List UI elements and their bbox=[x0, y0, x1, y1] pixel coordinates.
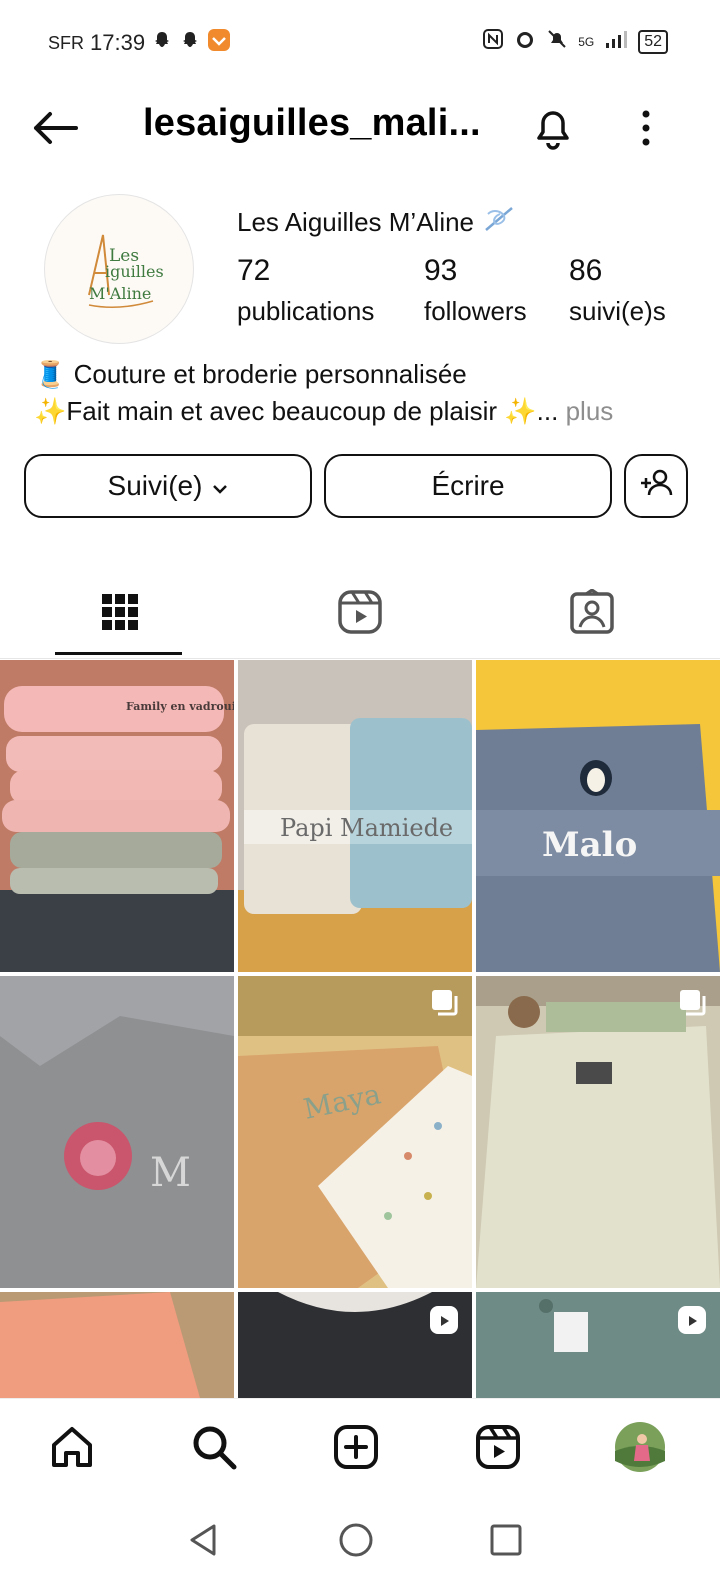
status-bar: SFR 17:39 5G 52 bbox=[0, 0, 720, 84]
network-label: 5G bbox=[578, 34, 595, 49]
tab-tagged[interactable] bbox=[472, 570, 712, 658]
avatar-text-maline: M'Aline bbox=[89, 284, 151, 303]
stat-following[interactable]: 86 suivi(e)s bbox=[569, 254, 666, 327]
display-name: Les Aiguilles M’Aline bbox=[237, 204, 516, 241]
home-icon bbox=[48, 1423, 96, 1476]
following-button[interactable]: Suivi(e) bbox=[24, 454, 312, 518]
profile-avatar bbox=[614, 1421, 666, 1478]
message-button-label: Écrire bbox=[431, 470, 505, 501]
bottom-navigation bbox=[0, 1398, 720, 1495]
chevron-down-icon bbox=[212, 470, 228, 502]
carousel-icon bbox=[430, 988, 460, 1023]
post-tile[interactable] bbox=[0, 1292, 234, 1398]
system-home-button[interactable] bbox=[326, 1512, 386, 1572]
bell-icon bbox=[530, 111, 576, 156]
stat-publications-value: 72 bbox=[237, 254, 271, 287]
active-tab-indicator bbox=[55, 652, 182, 655]
post-tile[interactable]: Papi Mamiede bbox=[238, 660, 472, 972]
snapchat-icon bbox=[151, 29, 173, 57]
stat-publications-label: publications bbox=[237, 296, 375, 326]
carousel-icon bbox=[678, 988, 708, 1023]
signal-icon bbox=[604, 29, 628, 54]
posts-grid: Family en vadrouille Papi Mamiede Malo bbox=[0, 660, 720, 1398]
create-icon bbox=[332, 1423, 380, 1476]
message-button[interactable]: Écrire bbox=[324, 454, 612, 518]
reels-icon bbox=[337, 589, 383, 640]
arrow-left-icon bbox=[30, 112, 80, 152]
display-name-text: Les Aiguilles M’Aline bbox=[237, 207, 475, 237]
circle-home-icon bbox=[337, 1521, 375, 1564]
stat-publications[interactable]: 72 publications bbox=[237, 254, 374, 327]
bio-more-link[interactable]: plus bbox=[566, 396, 614, 426]
post-tile[interactable]: Malo bbox=[476, 660, 720, 972]
post-image: Family en vadrouille bbox=[0, 660, 234, 972]
profile-bio: 🧵 Couture et broderie personnalisée ✨Fai… bbox=[34, 356, 613, 430]
post-image bbox=[0, 1292, 234, 1398]
bio-line-2-row: ✨Fait main et avec beaucoup de plaisir ✨… bbox=[34, 393, 613, 430]
triangle-back-icon bbox=[186, 1522, 222, 1563]
profile-header: lesaiguilles_mali... bbox=[0, 90, 720, 166]
post-image: M bbox=[0, 976, 234, 1288]
reels-icon bbox=[474, 1423, 522, 1476]
reels-icon bbox=[428, 1304, 460, 1341]
reels-icon bbox=[676, 1304, 708, 1341]
following-button-label: Suivi(e) bbox=[107, 470, 203, 501]
post-image: Malo bbox=[476, 660, 720, 972]
post-tile[interactable] bbox=[476, 1292, 720, 1398]
nav-create[interactable] bbox=[326, 1419, 386, 1479]
profile-avatar[interactable]: Les iguilles M'Aline bbox=[44, 194, 194, 344]
nfc-icon bbox=[482, 28, 504, 55]
bio-line-1: 🧵 Couture et broderie personnalisée bbox=[34, 359, 467, 389]
nav-search[interactable] bbox=[184, 1419, 244, 1479]
notifications-button[interactable] bbox=[530, 104, 576, 152]
alarm-icon bbox=[514, 28, 536, 55]
tab-posts[interactable] bbox=[0, 570, 240, 658]
system-back-button[interactable] bbox=[174, 1512, 234, 1572]
square-recents-icon bbox=[489, 1523, 523, 1562]
post-image: Papi Mamiede bbox=[238, 660, 472, 972]
mute-icon bbox=[546, 28, 568, 55]
profile-tabs bbox=[0, 570, 720, 659]
caption-text: Family en vadrouille bbox=[126, 700, 234, 713]
status-left: SFR 17:39 bbox=[48, 28, 231, 58]
stat-followers-value: 93 bbox=[424, 254, 458, 287]
stat-followers[interactable]: 93 followers bbox=[424, 254, 527, 327]
nav-reels[interactable] bbox=[468, 1419, 528, 1479]
system-recents-button[interactable] bbox=[476, 1512, 536, 1572]
caption-text: M bbox=[150, 1150, 191, 1196]
post-tile[interactable]: Maya bbox=[238, 976, 472, 1288]
post-tile[interactable] bbox=[476, 976, 720, 1288]
app-notification-icon bbox=[207, 28, 231, 58]
battery-level: 52 bbox=[638, 29, 668, 54]
nav-profile[interactable] bbox=[610, 1419, 670, 1479]
carrier-label: SFR bbox=[48, 32, 84, 53]
clock: 17:39 bbox=[90, 30, 146, 55]
snapchat-icon bbox=[179, 29, 201, 57]
grid-icon bbox=[100, 592, 140, 637]
add-person-icon bbox=[638, 467, 674, 506]
avatar-text-iguilles: iguilles bbox=[105, 262, 164, 281]
status-right: 5G 52 bbox=[482, 28, 668, 55]
post-tile[interactable] bbox=[238, 1292, 472, 1398]
bio-line-2: ✨Fait main et avec beaucoup de plaisir ✨… bbox=[34, 396, 559, 426]
avatar-logo: Les iguilles M'Aline bbox=[88, 234, 164, 308]
suggest-users-button[interactable] bbox=[624, 454, 688, 518]
system-navigation bbox=[0, 1494, 720, 1591]
caption-text: Malo bbox=[542, 825, 637, 865]
stat-following-value: 86 bbox=[569, 254, 603, 287]
more-vertical-icon bbox=[630, 110, 662, 156]
search-icon bbox=[190, 1423, 238, 1476]
post-tile[interactable]: Family en vadrouille bbox=[0, 660, 234, 972]
stat-following-label: suivi(e)s bbox=[569, 296, 666, 326]
needle-thread-icon bbox=[482, 204, 516, 241]
profile-username: lesaiguilles_mali... bbox=[143, 102, 481, 144]
post-tile[interactable]: M bbox=[0, 976, 234, 1288]
back-button[interactable] bbox=[30, 108, 80, 148]
stat-followers-label: followers bbox=[424, 296, 527, 326]
nav-home[interactable] bbox=[42, 1419, 102, 1479]
tagged-icon bbox=[569, 587, 615, 640]
more-options-button[interactable] bbox=[630, 104, 662, 152]
tab-reels[interactable] bbox=[240, 570, 480, 658]
caption-text: Papi Mamiede bbox=[280, 814, 453, 842]
